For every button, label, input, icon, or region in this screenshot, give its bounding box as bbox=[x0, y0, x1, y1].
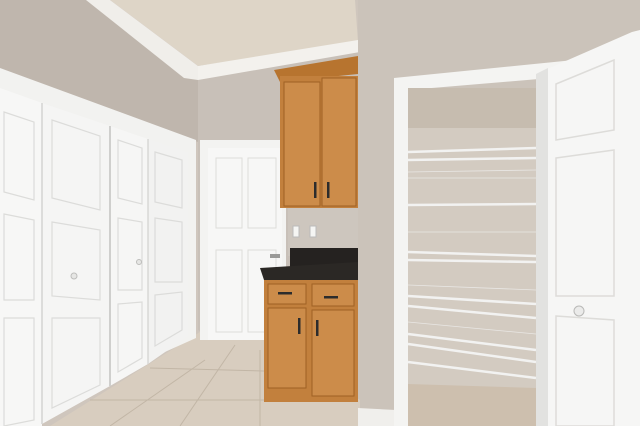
lower-cabinet bbox=[264, 280, 358, 402]
room-illustration bbox=[0, 0, 640, 426]
upper-cabinet bbox=[274, 56, 358, 208]
pantry-ceiling-shadow bbox=[408, 88, 536, 128]
pantry-door bbox=[536, 30, 640, 426]
pantry-floor bbox=[408, 384, 536, 426]
outlet bbox=[309, 225, 317, 238]
baseboard bbox=[358, 408, 396, 426]
outlet bbox=[292, 225, 300, 238]
interior-photo bbox=[0, 0, 640, 426]
